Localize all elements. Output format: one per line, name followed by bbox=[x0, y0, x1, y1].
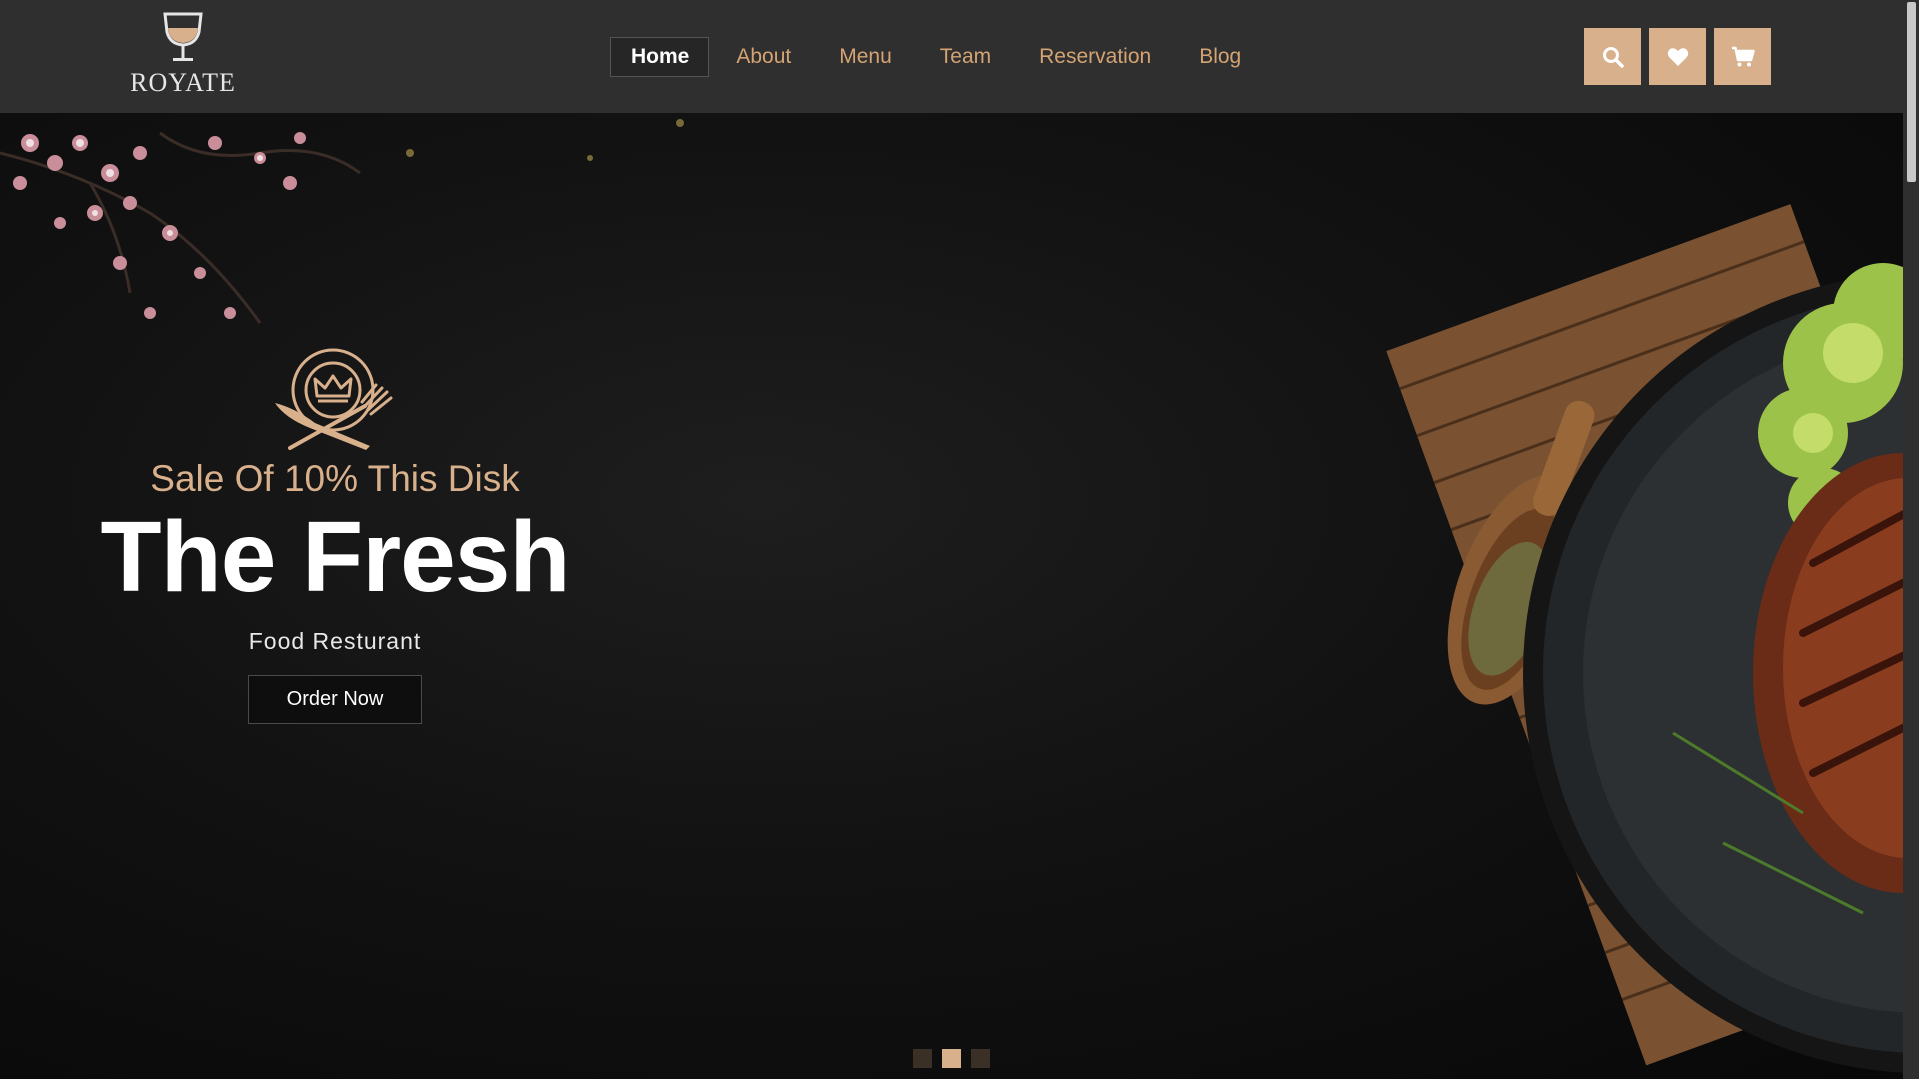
heart-icon bbox=[1667, 47, 1688, 66]
cart-icon bbox=[1731, 46, 1755, 66]
slider-dot-active[interactable] bbox=[942, 1049, 961, 1068]
hero-slider: Sale Of 10% This Disk The Fresh Food Res… bbox=[0, 113, 1903, 1079]
nav-home[interactable]: Home bbox=[610, 37, 710, 77]
search-icon bbox=[1602, 46, 1624, 68]
brand-name: ROYATE bbox=[130, 68, 236, 97]
nav-team[interactable]: Team bbox=[917, 37, 1012, 77]
scrollbar-thumb[interactable] bbox=[1907, 2, 1916, 182]
cart-button[interactable] bbox=[1714, 28, 1771, 85]
site-header: ROYATE Home About Menu Team Reservation … bbox=[0, 0, 1903, 113]
nav-about[interactable]: About bbox=[713, 37, 812, 77]
crown-cutlery-icon bbox=[275, 348, 393, 450]
hero-sale-text: Sale Of 10% This Disk bbox=[150, 458, 520, 499]
wine-glass-icon bbox=[163, 12, 203, 61]
page-scrollbar[interactable] bbox=[1903, 0, 1919, 1079]
hero-subtitle: Food Resturant bbox=[248, 628, 422, 654]
brand-logo[interactable]: ROYATE bbox=[128, 10, 238, 102]
nav-reservation[interactable]: Reservation bbox=[1016, 37, 1172, 77]
wishlist-button[interactable] bbox=[1649, 28, 1706, 85]
nav-menu[interactable]: Menu bbox=[816, 37, 913, 77]
search-button[interactable] bbox=[1584, 28, 1641, 85]
hero-title: The Fresh bbox=[100, 501, 571, 613]
nav-blog[interactable]: Blog bbox=[1176, 37, 1262, 77]
slider-dots bbox=[913, 1049, 990, 1068]
slider-dot[interactable] bbox=[913, 1049, 932, 1068]
main-nav: Home About Menu Team Reservation Blog bbox=[610, 37, 1266, 77]
food-plate-illustration bbox=[1386, 204, 1903, 1073]
order-now-button[interactable]: Order Now bbox=[247, 675, 423, 724]
slider-dot[interactable] bbox=[971, 1049, 990, 1068]
hero-content: Sale Of 10% This Disk The Fresh Food Res… bbox=[100, 348, 570, 724]
